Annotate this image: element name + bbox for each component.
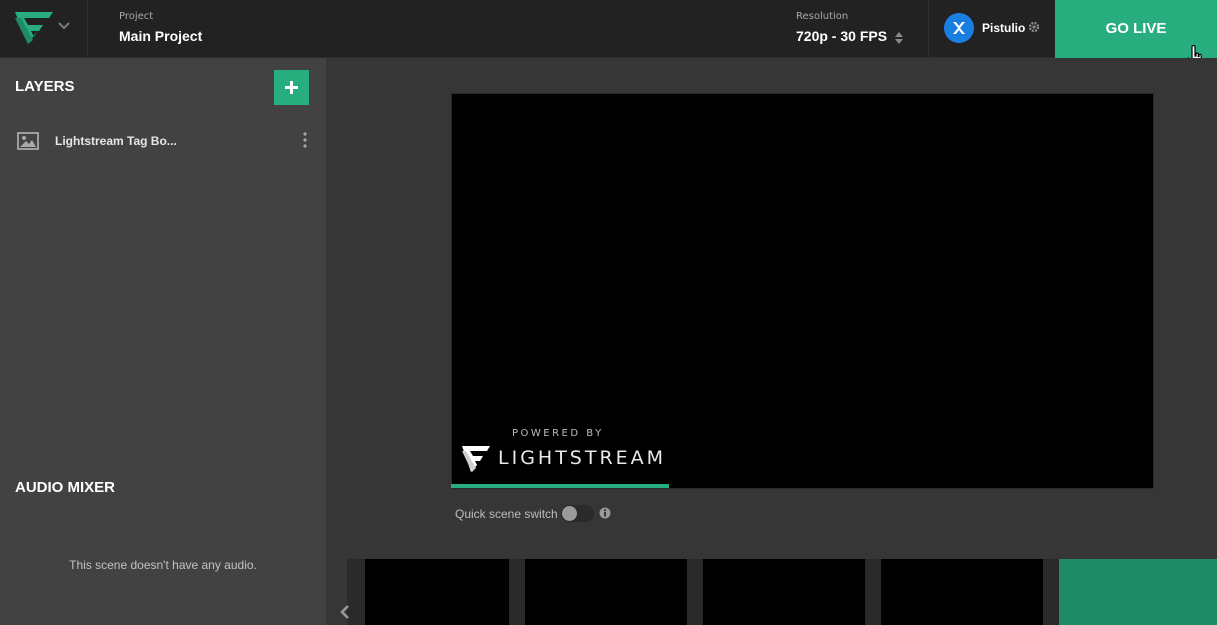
resolution-label: Resolution — [796, 11, 849, 22]
quick-scene-switch-label: Quick scene switch — [455, 507, 558, 521]
plus-icon — [285, 81, 298, 94]
quick-scene-switch-toggle[interactable] — [561, 505, 594, 522]
mixer-logo-icon — [953, 22, 965, 34]
add-layer-button[interactable] — [274, 70, 309, 105]
gear-icon[interactable] — [1028, 21, 1040, 33]
scene-thumbnail[interactable] — [703, 559, 865, 625]
image-icon — [17, 132, 39, 150]
project-selector[interactable]: Project Main Project — [119, 11, 202, 44]
scene-thumbnail[interactable] — [881, 559, 1043, 625]
info-icon[interactable] — [599, 507, 611, 519]
layer-item[interactable]: Lightstream Tag Bo... — [0, 126, 326, 156]
avatar — [944, 13, 974, 43]
user-menu[interactable]: Pistulio — [928, 0, 1055, 58]
resolution-selector[interactable]: Resolution 720p - 30 FPS — [796, 11, 921, 44]
lightstream-wordmark: LIGHTSTREAM — [498, 447, 667, 469]
add-scene-button[interactable] — [1059, 559, 1217, 625]
logo-menu[interactable] — [0, 0, 88, 58]
username: Pistulio — [982, 21, 1026, 35]
toggle-knob — [562, 506, 577, 521]
preview-progress — [451, 484, 1154, 488]
audio-empty-message: This scene doesn't have any audio. — [69, 558, 257, 572]
lightstream-logo-icon — [15, 12, 53, 44]
chevron-down-icon — [58, 22, 70, 30]
layer-name: Lightstream Tag Bo... — [55, 134, 177, 148]
top-bar: Project Main Project Resolution 720p - 3… — [0, 0, 1217, 70]
more-vertical-icon[interactable] — [302, 132, 308, 148]
project-name: Main Project — [119, 28, 203, 44]
sort-arrows-icon — [895, 32, 903, 44]
layers-title: LAYERS — [15, 78, 75, 95]
powered-by-text: POWERED BY — [512, 428, 604, 439]
scene-thumbnail[interactable] — [365, 559, 509, 625]
scene-thumbnail[interactable] — [525, 559, 687, 625]
audio-mixer-title: AUDIO MIXER — [15, 479, 116, 496]
chevron-left-icon[interactable] — [340, 604, 350, 620]
preview-progress-fill — [451, 484, 669, 488]
project-label: Project — [119, 11, 154, 22]
lightstream-mark-icon — [462, 446, 490, 472]
sidebar: LAYERS Lightstream Tag Bo... AUDIO MIXER… — [0, 58, 326, 625]
